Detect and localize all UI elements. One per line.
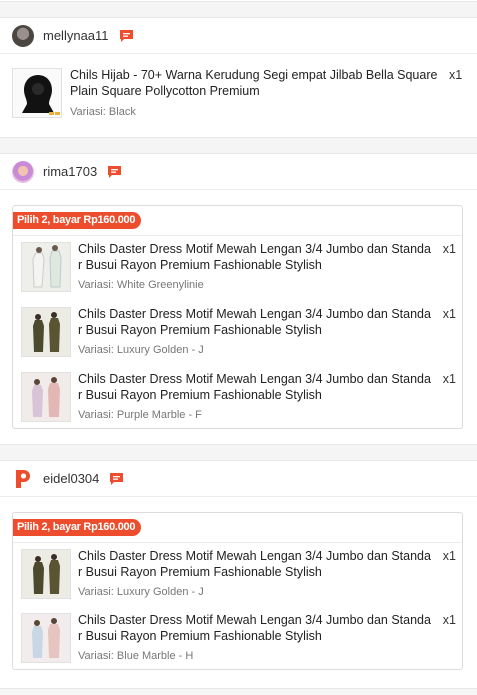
dress-image [22,243,70,291]
shop-card: eidel0304 Pilih 2, bayar Rp160.000 Chils… [0,460,477,689]
bundle-deal-box: Pilih 2, bayar Rp160.000 Chils Daster Dr… [12,512,463,670]
product-quantity: x1 [442,307,456,321]
shop-name[interactable]: eidel0304 [43,471,99,486]
shop-name[interactable]: rima1703 [43,164,97,179]
product-quantity: x1 [442,242,456,256]
list-item[interactable]: Chils Daster Dress Motif Mewah Lengan 3/… [21,307,456,359]
product-thumbnail [21,372,71,422]
product-quantity: x1 [442,549,456,563]
bundle-deal-badge[interactable]: Pilih 2, bayar Rp160.000 [13,212,142,229]
avatar [12,160,34,183]
product-name[interactable]: Chils Daster Dress Motif Mewah Lengan 3/… [78,307,433,338]
product-quantity: x1 [442,613,456,627]
product-thumbnail [12,68,62,118]
hijab-image [13,69,61,117]
product-variant: Variasi: Luxury Golden - J [78,344,204,356]
product-quantity: x1 [449,68,463,82]
p-logo-icon [12,468,34,490]
shop-header[interactable]: rima1703 [0,154,477,190]
product-variant: Variasi: Black [70,106,136,118]
dress-image [22,373,70,421]
chat-bubble-icon[interactable] [107,165,122,179]
product-variant: Variasi: Purple Marble - F [78,409,202,421]
product-variant: Variasi: White Greenylinie [78,279,204,291]
product-thumbnail [21,242,71,292]
avatar [12,24,34,47]
dress-image [22,550,70,598]
list-item[interactable]: Chils Daster Dress Motif Mewah Lengan 3/… [21,372,456,424]
shop-card: mellynaa11 Chils Hijab - 70+ Warna Kerud… [0,17,477,138]
shop-header[interactable]: mellynaa11 [0,18,477,54]
list-item[interactable]: Chils Daster Dress Motif Mewah Lengan 3/… [21,242,456,294]
divider [13,542,462,543]
divider [13,235,462,236]
product-name[interactable]: Chils Daster Dress Motif Mewah Lengan 3/… [78,372,433,403]
top-spacer [0,0,477,2]
list-item[interactable]: Chils Daster Dress Motif Mewah Lengan 3/… [21,549,456,601]
product-name[interactable]: Chils Daster Dress Motif Mewah Lengan 3/… [78,242,433,273]
shop-name[interactable]: mellynaa11 [43,28,109,43]
product-quantity: x1 [442,372,456,386]
list-item[interactable]: Chils Daster Dress Motif Mewah Lengan 3/… [21,613,456,665]
list-item[interactable]: Chils Hijab - 70+ Warna Kerudung Segi em… [0,68,477,120]
shop-header[interactable]: eidel0304 [0,461,477,497]
chat-bubble-icon[interactable] [109,472,124,486]
bundle-deal-badge[interactable]: Pilih 2, bayar Rp160.000 [13,519,142,536]
product-thumbnail [21,307,71,357]
order-review-page: mellynaa11 Chils Hijab - 70+ Warna Kerud… [0,0,477,695]
product-name[interactable]: Chils Daster Dress Motif Mewah Lengan 3/… [78,613,433,644]
product-name[interactable]: Chils Hijab - 70+ Warna Kerudung Segi em… [70,68,440,99]
product-thumbnail [21,613,71,663]
chat-bubble-icon[interactable] [119,29,134,43]
product-thumbnail [21,549,71,599]
product-name[interactable]: Chils Daster Dress Motif Mewah Lengan 3/… [78,549,433,580]
bundle-deal-box: Pilih 2, bayar Rp160.000 Chils Daster Dr… [12,205,463,429]
dress-image [22,308,70,356]
dress-image [22,614,70,662]
product-variant: Variasi: Luxury Golden - J [78,586,204,598]
shop-card: rima1703 Pilih 2, bayar Rp160.000 Chils … [0,153,477,445]
product-variant: Variasi: Blue Marble - H [78,650,194,662]
